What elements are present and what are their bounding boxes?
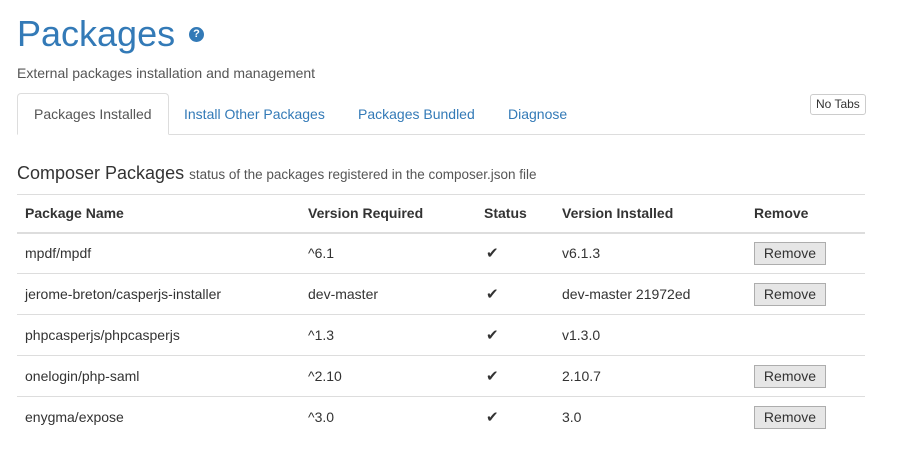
version-installed: 2.10.7	[554, 355, 746, 397]
packages-table: Package Name Version Required Status Ver…	[17, 194, 865, 438]
package-name: mpdf/mpdf	[17, 232, 300, 274]
version-required: dev-master	[300, 273, 476, 315]
remove-cell	[746, 314, 865, 356]
check-icon: ✔	[486, 327, 499, 344]
tab-diagnose[interactable]: Diagnose	[492, 93, 583, 135]
status-cell: ✔	[476, 355, 554, 397]
section-heading: Composer Packages status of the packages…	[17, 163, 537, 184]
version-required: ^1.3	[300, 314, 476, 356]
version-installed: v1.3.0	[554, 314, 746, 356]
check-icon: ✔	[486, 245, 499, 263]
status-cell: ✔	[476, 396, 554, 438]
version-required: ^2.10	[300, 355, 476, 397]
version-required: ^6.1	[300, 232, 476, 274]
remove-cell: Remove	[746, 396, 865, 438]
check-icon: ✔	[486, 286, 499, 303]
version-installed: dev-master 21972ed	[554, 273, 746, 315]
tab-packages-installed[interactable]: Packages Installed	[17, 93, 169, 135]
table-header-row: Package Name Version Required Status Ver…	[17, 194, 865, 234]
version-required: ^3.0	[300, 396, 476, 438]
remove-button[interactable]: Remove	[754, 364, 826, 388]
remove-button[interactable]: Remove	[754, 241, 826, 265]
table-row: phpcasperjs/phpcasperjs ^1.3 ✔ v1.3.0	[17, 314, 865, 356]
header-status: Status	[476, 194, 554, 234]
remove-cell: Remove	[746, 273, 865, 315]
package-name: jerome-breton/casperjs-installer	[17, 273, 300, 315]
page-title: Packages	[17, 13, 176, 54]
table-row: jerome-breton/casperjs-installer dev-mas…	[17, 273, 865, 315]
status-cell: ✔	[476, 232, 554, 274]
remove-cell: Remove	[746, 355, 865, 397]
remove-cell: Remove	[746, 232, 865, 274]
header-version-installed: Version Installed	[554, 194, 746, 234]
header-version-required: Version Required	[300, 194, 476, 234]
page-subtitle: External packages installation and manag…	[17, 65, 316, 81]
no-tabs-button[interactable]: No Tabs	[810, 94, 866, 115]
remove-button[interactable]: Remove	[754, 405, 826, 429]
version-installed: v6.1.3	[554, 232, 746, 274]
remove-button[interactable]: Remove	[754, 282, 826, 306]
version-installed: 3.0	[554, 396, 746, 438]
question-circle-icon[interactable]: ?	[189, 27, 204, 42]
check-icon: ✔	[486, 409, 499, 427]
tab-packages-bundled[interactable]: Packages Bundled	[342, 93, 491, 135]
table-row: enygma/expose ^3.0 ✔ 3.0 Remove	[17, 396, 865, 438]
section-title: Composer Packages	[17, 163, 185, 183]
status-cell: ✔	[476, 273, 554, 315]
package-name: phpcasperjs/phpcasperjs	[17, 314, 300, 356]
check-icon: ✔	[486, 368, 499, 385]
header-remove: Remove	[746, 194, 865, 234]
tab-bar: Packages Installed Install Other Package…	[17, 93, 865, 135]
package-name: onelogin/php-saml	[17, 355, 300, 397]
header-package-name: Package Name	[17, 194, 300, 234]
status-cell: ✔	[476, 314, 554, 356]
tab-install-other-packages[interactable]: Install Other Packages	[168, 93, 341, 135]
table-row: onelogin/php-saml ^2.10 ✔ 2.10.7 Remove	[17, 355, 865, 397]
package-name: enygma/expose	[17, 396, 300, 438]
table-row: mpdf/mpdf ^6.1 ✔ v6.1.3 Remove	[17, 232, 865, 274]
section-description: status of the packages registered in the…	[189, 167, 537, 182]
